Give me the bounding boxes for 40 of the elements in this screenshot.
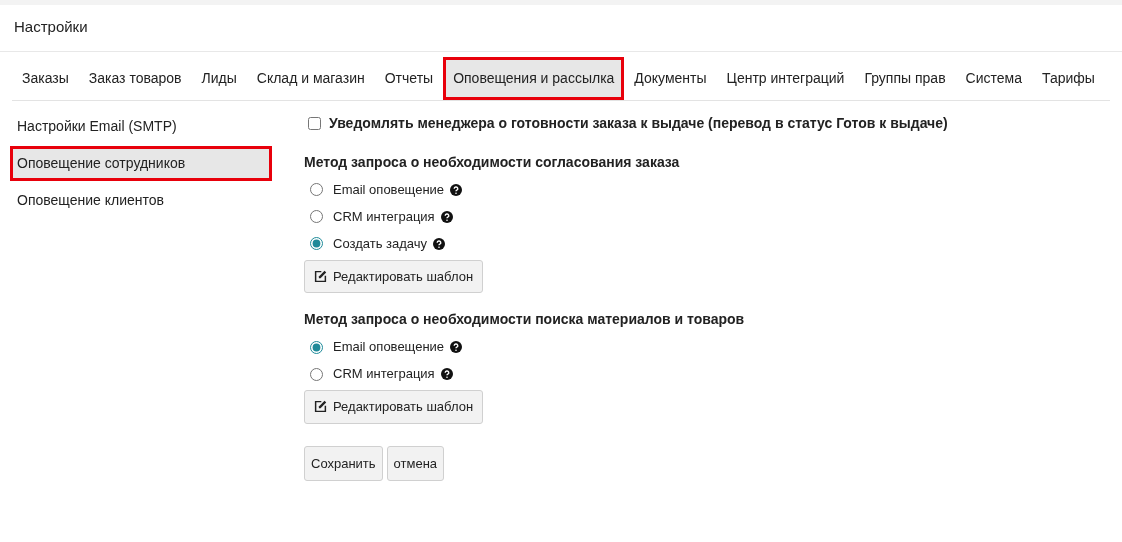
help-icon[interactable]: [433, 237, 445, 250]
radio-button[interactable]: [310, 340, 323, 354]
help-icon[interactable]: [440, 368, 453, 380]
tab[interactable]: Заказы: [12, 56, 79, 100]
checkbox[interactable]: [308, 116, 321, 130]
help-icon[interactable]: [450, 183, 463, 196]
radio-label: Email оповещение: [333, 180, 445, 199]
tab[interactable]: Оповещения и рассылка: [443, 56, 625, 100]
sidebar-item[interactable]: Оповещение сотрудников: [10, 145, 272, 181]
tab[interactable]: Центр интеграций: [716, 56, 855, 100]
radio-button[interactable]: [310, 367, 323, 381]
section-title: Метод запроса о необходимости поиска материалов и товаров: [304, 310, 746, 329]
save-button[interactable]: Сохранить: [304, 445, 383, 481]
tab[interactable]: Документы: [624, 56, 717, 100]
help-icon[interactable]: [440, 210, 453, 223]
radio-label: Email оповещение: [333, 338, 445, 357]
section-title: Метод запроса о необходимости согласования заказа: [304, 152, 681, 172]
tab[interactable]: Лиды: [191, 56, 247, 100]
checkbox-label: Уведомлять менеджера о готовности заказа к выдаче (перевод в статус Готов к выдаче): [329, 113, 948, 133]
edit-icon: [314, 269, 327, 283]
tab[interactable]: Система: [955, 56, 1032, 100]
sidebar-item[interactable]: Настройки Email (SMTP): [10, 108, 272, 144]
radio-button[interactable]: [310, 237, 323, 250]
tab[interactable]: Склад и магазин: [246, 56, 375, 100]
edit-icon: [314, 400, 327, 414]
tab[interactable]: Отчеты: [374, 56, 444, 100]
edit-template-button[interactable]: Редактировать шаблон: [304, 259, 484, 293]
radio-label: CRM интеграция: [333, 365, 435, 384]
help-icon[interactable]: [450, 341, 463, 353]
page-title: Настройки: [0, 5, 1122, 52]
radio-button[interactable]: [310, 210, 323, 223]
cancel-button[interactable]: отмена: [386, 445, 445, 481]
edit-template-button[interactable]: Редактировать шаблон: [304, 390, 484, 424]
tab[interactable]: Группы прав: [854, 56, 956, 100]
sidebar-item[interactable]: Оповещение клиентов: [10, 182, 272, 218]
radio-button[interactable]: [310, 183, 323, 196]
tab[interactable]: Заказ товаров: [78, 56, 192, 100]
radio-label: CRM интеграция: [333, 207, 435, 226]
tab[interactable]: Тарифы: [1031, 56, 1105, 100]
radio-label: Создать задачу: [333, 234, 427, 253]
